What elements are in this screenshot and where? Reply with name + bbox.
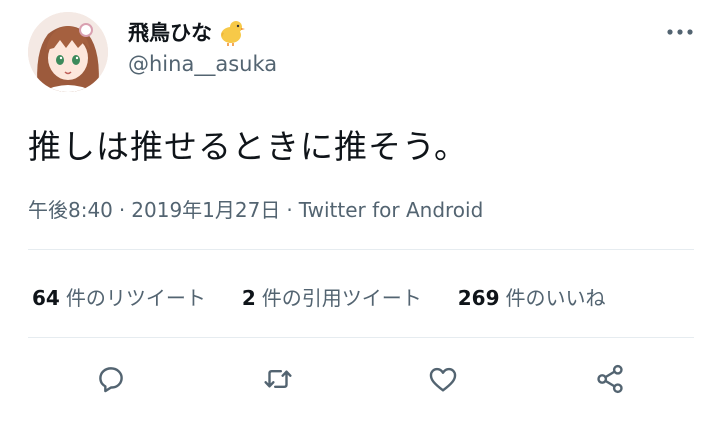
meta-separator: ·: [118, 198, 126, 222]
likes-label: 件のいいね: [505, 285, 606, 310]
likes-stat[interactable]: 269 件のいいね: [458, 282, 606, 311]
meta-separator: ·: [286, 198, 293, 222]
quotes-stat[interactable]: 2 件の引用ツイート: [242, 282, 422, 311]
retweets-stat[interactable]: 64 件のリツイート: [32, 282, 206, 311]
quotes-count: 2: [241, 285, 256, 310]
retweets-count: 64: [32, 285, 60, 310]
user-handle[interactable]: @hina__asuka: [128, 52, 277, 76]
divider: [28, 249, 694, 250]
quotes-label: 件の引用ツイート: [261, 285, 422, 310]
more-options-button[interactable]: [662, 18, 698, 46]
baby-chick-icon: [216, 17, 246, 47]
tweet-time[interactable]: 午後8:40: [28, 198, 113, 222]
retweet-button[interactable]: [253, 354, 303, 404]
likes-count: 269: [457, 285, 500, 310]
share-button[interactable]: [585, 354, 635, 404]
action-bar: [0, 354, 720, 404]
like-icon: [429, 367, 457, 392]
tweet-source[interactable]: Twitter for Android: [299, 198, 484, 222]
engagement-stats: 64 件のリツイート 2 件の引用ツイート 269 件のいいね: [32, 280, 642, 312]
divider: [28, 337, 694, 338]
like-button[interactable]: [418, 354, 468, 404]
avatar[interactable]: [28, 12, 108, 92]
retweets-label: 件のリツイート: [65, 285, 206, 310]
retweet-icon: [264, 370, 292, 388]
reply-button[interactable]: [86, 354, 136, 404]
more-icon: [667, 29, 693, 35]
display-name[interactable]: 飛鳥ひな: [128, 17, 212, 47]
user-name-row[interactable]: 飛鳥ひな: [128, 16, 246, 48]
tweet-meta: 午後8:40 · 2019年1月27日 · Twitter for Android: [28, 194, 483, 223]
tweet-text: 推しは推せるときに推そう。: [28, 127, 469, 166]
share-icon: [597, 364, 623, 394]
tweet-date[interactable]: 2019年1月27日: [131, 198, 280, 222]
reply-icon: [99, 367, 123, 393]
